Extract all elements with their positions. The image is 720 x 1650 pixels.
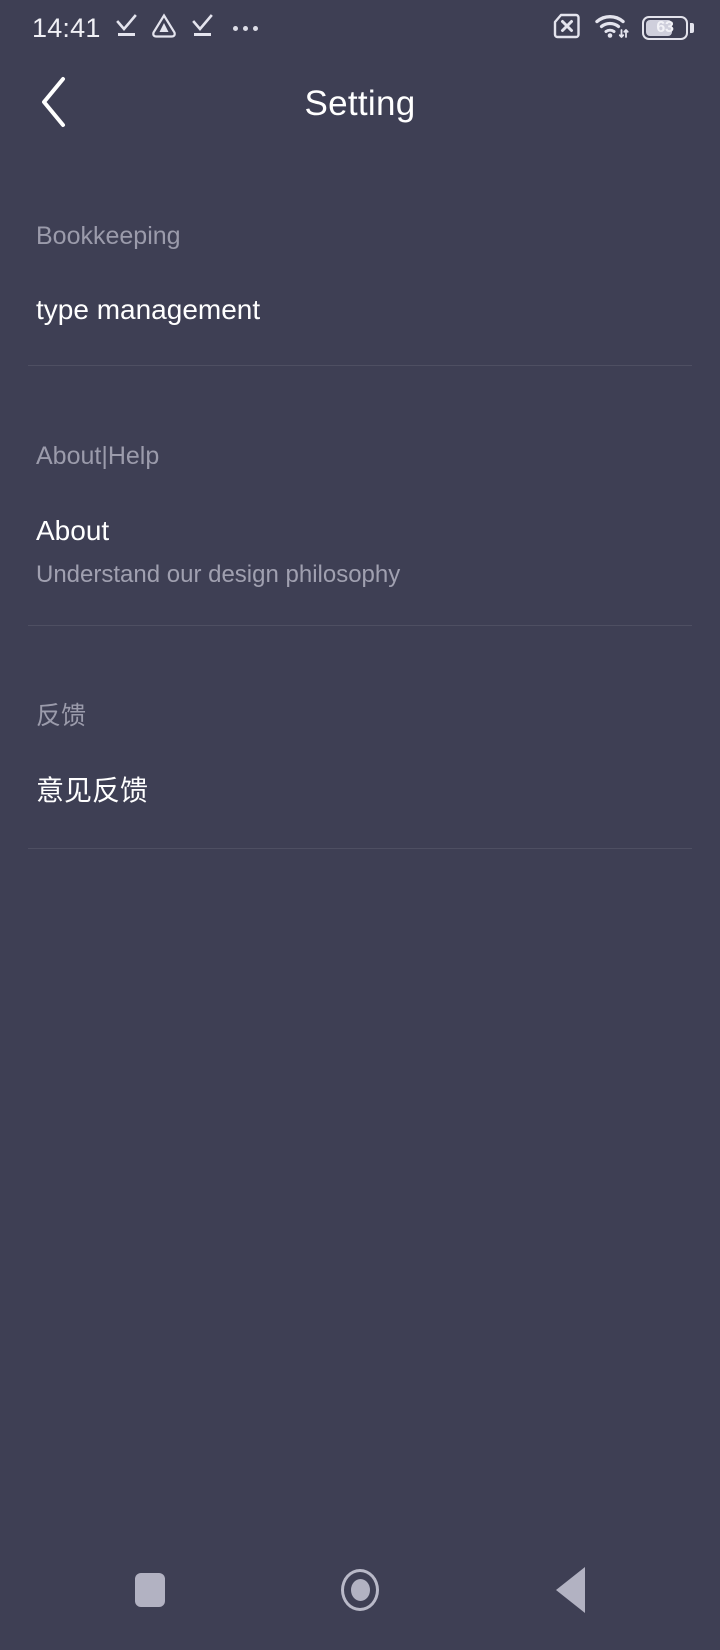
settings-row-title: About — [36, 515, 110, 546]
chevron-left-icon — [37, 74, 71, 135]
app-triangle-icon — [151, 12, 177, 44]
settings-row-title: type management — [36, 294, 261, 325]
battery-icon: 63 — [642, 16, 694, 40]
download-complete-icon — [190, 13, 214, 44]
settings-row-title: 意见反馈 — [36, 775, 149, 806]
home-circle-icon — [341, 1569, 379, 1611]
page-title: Setting — [304, 84, 416, 123]
download-complete-icon — [114, 13, 138, 44]
battery-body: 63 — [642, 16, 688, 40]
battery-tip — [690, 23, 694, 33]
status-bar-left: 14:41 — [32, 12, 258, 44]
section-bookkeeping: Bookkeeping type management — [0, 224, 720, 324]
home-button[interactable] — [320, 1550, 400, 1630]
section-header-bookkeeping: Bookkeeping — [36, 222, 181, 250]
status-bar-right: 63 — [552, 12, 694, 45]
status-bar: 14:41 63 — [0, 0, 720, 56]
section-about-help: About|Help About Understand our design p… — [0, 444, 720, 587]
wifi-icon — [595, 12, 629, 45]
settings-row-type-management[interactable]: type management — [0, 296, 720, 324]
status-time: 14:41 — [32, 12, 101, 43]
battery-level-text: 63 — [656, 19, 674, 36]
settings-row-about[interactable]: About Understand our design philosophy — [0, 517, 720, 587]
recents-square-icon — [135, 1573, 165, 1607]
section-feedback: 反馈 意见反馈 — [0, 704, 720, 805]
more-dots-icon — [232, 25, 258, 31]
recents-button[interactable] — [110, 1550, 190, 1630]
divider — [28, 848, 692, 849]
phone-screen: 14:41 63 Setting Bookkeeping type manage… — [0, 0, 720, 1650]
settings-row-subtitle: Understand our design philosophy — [36, 561, 401, 588]
no-sim-icon — [552, 12, 582, 45]
settings-row-feedback[interactable]: 意见反馈 — [0, 777, 720, 805]
title-bar: Setting — [0, 56, 720, 152]
back-button[interactable] — [18, 68, 90, 140]
section-header-about-help: About|Help — [36, 442, 160, 470]
android-navigation-bar — [0, 1530, 720, 1650]
back-triangle-icon — [555, 1567, 585, 1613]
back-nav-button[interactable] — [530, 1550, 610, 1630]
settings-list: Bookkeeping type management About|Help A… — [0, 152, 720, 1650]
section-header-feedback: 反馈 — [36, 702, 87, 730]
